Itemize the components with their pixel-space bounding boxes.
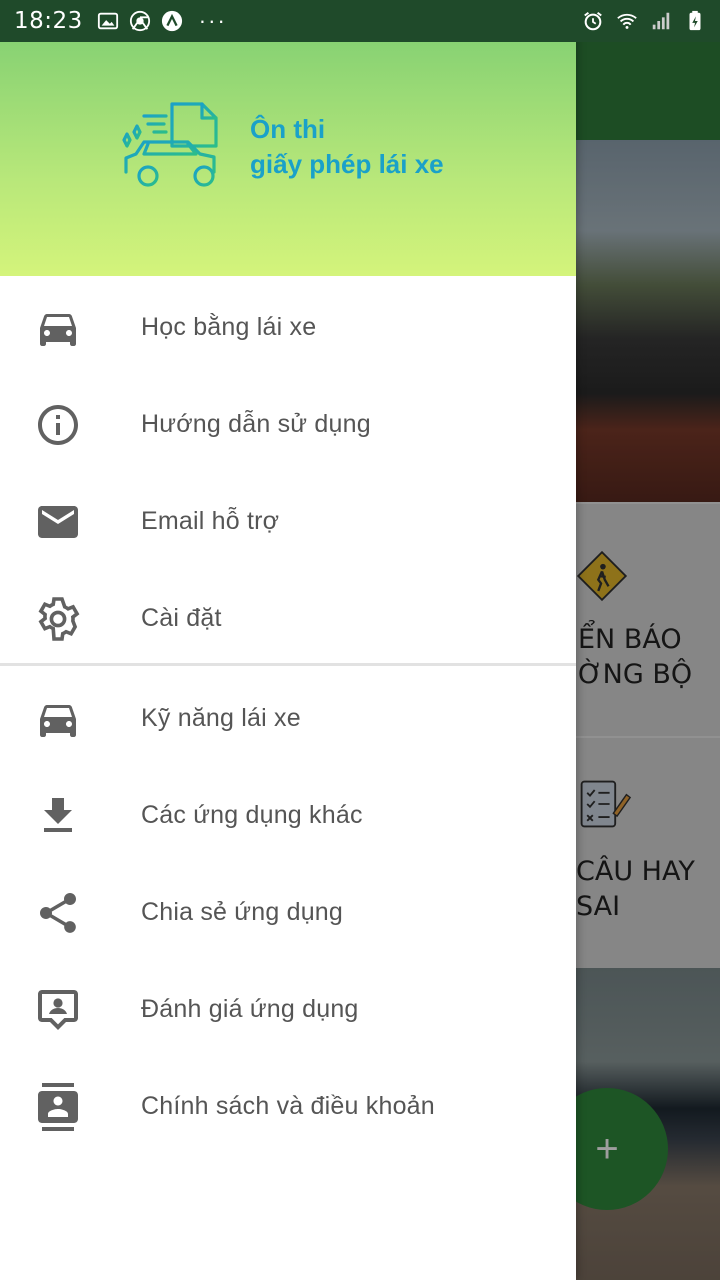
download-icon <box>44 797 72 832</box>
menu-item-chia-se[interactable]: Chia sẻ ứng dụng <box>0 864 576 961</box>
menu-divider <box>0 663 576 666</box>
app-icon <box>161 10 182 32</box>
app-title-line1: Ôn thi <box>250 114 326 144</box>
menu-item-ky-nang-lai-xe[interactable]: Kỹ năng lái xe <box>0 670 576 767</box>
menu-item-label: Cài đặt <box>141 604 222 632</box>
menu-item-label: Email hỗ trợ <box>141 507 280 535</box>
menu-item-label: Kỹ năng lái xe <box>141 704 301 732</box>
drawer-menu-section-2: Kỹ năng lái xe Các ứng dụng khác Chia sẻ… <box>0 670 576 1155</box>
menu-item-label: Các ứng dụng khác <box>141 801 363 829</box>
battery-icon <box>689 10 701 31</box>
status-bar: 18:23 ··· <box>0 0 720 42</box>
car-document-icon <box>122 102 230 187</box>
image-icon <box>97 12 118 30</box>
menu-item-chinh-sach[interactable]: Chính sách và điều khoản <box>0 1058 576 1155</box>
app-title-line2: giấy phép lái xe <box>250 149 444 179</box>
navigation-drawer: Ôn thi giấy phép lái xe Học bằng lái xe … <box>0 0 576 1280</box>
gear-icon <box>38 596 80 641</box>
menu-item-danh-gia[interactable]: Đánh giá ứng dụng <box>0 961 576 1058</box>
chrome-icon <box>129 10 150 32</box>
car-icon <box>40 704 76 737</box>
info-icon <box>38 404 78 445</box>
email-icon <box>38 505 78 538</box>
menu-item-hoc-bang-lai-xe[interactable]: Học bằng lái xe <box>0 279 576 376</box>
menu-item-email-ho-tro[interactable]: Email hỗ trợ <box>0 473 576 570</box>
rate-review-icon <box>38 989 78 1030</box>
car-icon <box>40 313 76 346</box>
drawer-header: Ôn thi giấy phép lái xe <box>0 42 576 276</box>
share-icon <box>40 892 76 933</box>
signal-icon <box>652 12 670 30</box>
menu-item-label: Hướng dẫn sử dụng <box>141 410 371 438</box>
menu-item-label: Chia sẻ ứng dụng <box>141 898 344 926</box>
menu-item-label: Chính sách và điều khoản <box>141 1092 435 1120</box>
menu-item-cac-ung-dung-khac[interactable]: Các ứng dụng khác <box>0 767 576 864</box>
menu-item-huong-dan[interactable]: Hướng dẫn sử dụng <box>0 376 576 473</box>
menu-item-cai-dat[interactable]: Cài đặt <box>0 570 576 667</box>
menu-item-label: Học bằng lái xe <box>141 313 317 341</box>
alarm-icon <box>584 11 602 31</box>
wifi-icon <box>617 13 637 29</box>
app-title: Ôn thi giấy phép lái xe <box>250 112 444 182</box>
contacts-icon <box>38 1082 78 1131</box>
menu-item-label: Đánh giá ứng dụng <box>141 995 359 1023</box>
more-notifications: ··· <box>198 8 227 33</box>
drawer-menu-section-1: Học bằng lái xe Hướng dẫn sử dụng Email … <box>0 279 576 667</box>
status-time: 18:23 <box>14 8 83 34</box>
